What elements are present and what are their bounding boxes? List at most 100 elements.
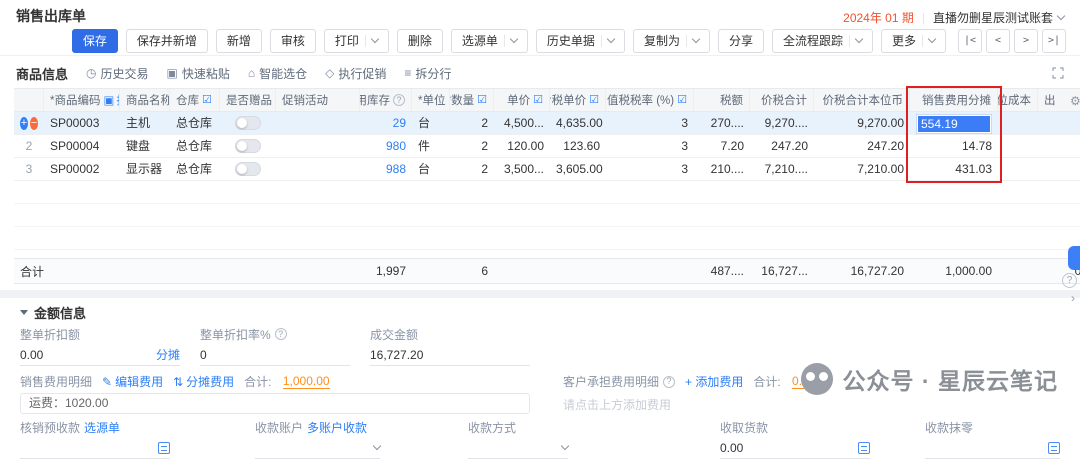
cell-product-code[interactable]: SP00003 (44, 112, 120, 134)
cell-warehouse[interactable]: 总仓库 (170, 112, 220, 134)
checkbox-icon[interactable]: ☑ (202, 95, 212, 106)
amount-section-toggle[interactable]: 金额信息 (20, 302, 1060, 322)
remove-row-icon[interactable]: − (30, 117, 38, 130)
advance-select-source-link[interactable]: 选源单 (84, 419, 120, 436)
cell-is-gift (220, 139, 276, 153)
discount-amount-value[interactable]: 0.00 (20, 348, 43, 362)
cell-product-code[interactable]: SP00002 (44, 158, 120, 180)
cell-price[interactable]: 4,500... (494, 112, 550, 134)
split-row-link[interactable]: ≡拆分行 (404, 65, 451, 82)
first-record-button[interactable]: |< (958, 29, 982, 53)
cell-warehouse[interactable]: 总仓库 (170, 135, 220, 157)
add-expense-link[interactable]: + 添加费用 (685, 373, 743, 390)
save-button[interactable]: 保存 (72, 29, 118, 53)
full-trace-button[interactable]: 全流程跟踪 (772, 29, 873, 53)
cell-qty[interactable]: 2 (450, 158, 494, 180)
discount-rate-field[interactable]: 0 (200, 344, 350, 366)
discount-rate-value[interactable]: 0 (200, 348, 207, 362)
table-row[interactable]: + − SP00003 主机 总仓库 29 台 2 4,500... 4,635… (14, 112, 1080, 135)
cell-vat-rate[interactable]: 3 (606, 135, 694, 157)
receive-payment-value[interactable]: 0.00 (720, 441, 743, 455)
cell-available-stock[interactable]: 988 (360, 158, 412, 180)
save-and-add-button[interactable]: 保存并新增 (126, 29, 208, 53)
smart-warehouse-link[interactable]: ⌂智能选仓 (248, 65, 307, 82)
cell-unit[interactable]: 台 (412, 112, 450, 134)
next-record-button[interactable]: > (1014, 29, 1038, 53)
cell-product-name[interactable]: 主机 (120, 112, 170, 134)
advance-writeoff-field[interactable] (20, 437, 170, 459)
bank-icon[interactable] (158, 442, 170, 454)
allocate-expense-link[interactable]: ⇅分摊费用 (173, 373, 234, 390)
select-source-button[interactable]: 选源单 (451, 29, 528, 53)
cell-vat-rate[interactable]: 3 (606, 158, 694, 180)
prev-record-button[interactable]: < (986, 29, 1010, 53)
divider (849, 35, 850, 47)
multi-account-link[interactable]: 多账户收款 (307, 419, 367, 436)
cell-unit[interactable]: 件 (412, 135, 450, 157)
cell-product-name[interactable]: 显示器 (120, 158, 170, 180)
expense-share-editor[interactable]: 554.19 (916, 114, 992, 134)
cell-unit[interactable]: 台 (412, 158, 450, 180)
checkbox-icon[interactable]: ☑ (533, 95, 543, 106)
gear-icon[interactable]: ⚙ (1070, 94, 1080, 108)
sales-expense-total-value[interactable]: 1,000.00 (283, 374, 330, 389)
table-row[interactable]: 3 SP00002 显示器 总仓库 988 台 2 3,500... 3,605… (14, 158, 1080, 181)
cell-price[interactable]: 3,500... (494, 158, 550, 180)
cell-expense-share[interactable]: 554.19 (910, 113, 998, 134)
gift-toggle[interactable] (235, 139, 261, 153)
run-promo-link[interactable]: ◇执行促销 (325, 65, 386, 82)
history-docs-button[interactable]: 历史单据 (536, 29, 625, 53)
print-button[interactable]: 打印 (324, 29, 389, 53)
cell-price-tax[interactable]: 123.60 (550, 135, 606, 157)
question-icon[interactable]: ? (275, 328, 287, 340)
cell-price-tax[interactable]: 4,635.00 (550, 112, 606, 134)
checkbox-icon[interactable]: ☑ (589, 95, 599, 106)
gift-toggle[interactable] (235, 116, 261, 130)
rounding-field[interactable] (925, 437, 1060, 459)
cell-warehouse[interactable]: 总仓库 (170, 158, 220, 180)
checkbox-icon[interactable]: ☑ (477, 95, 487, 106)
cell-available-stock[interactable]: 29 (360, 112, 412, 134)
cell-qty[interactable]: 2 (450, 135, 494, 157)
cell-product-name[interactable]: 键盘 (120, 135, 170, 157)
receive-payment-field[interactable]: 0.00 (720, 437, 870, 459)
more-button[interactable]: 更多 (881, 29, 946, 53)
last-record-button[interactable]: >| (1042, 29, 1066, 53)
quick-paste-link[interactable]: ▣快速粘贴 (167, 65, 230, 82)
cell-vat-rate[interactable]: 3 (606, 112, 694, 134)
gift-toggle[interactable] (235, 162, 261, 176)
cell-qty[interactable]: 2 (450, 112, 494, 134)
share-button[interactable]: 分享 (718, 29, 764, 53)
help-question-icon[interactable]: ? (1062, 273, 1077, 288)
receive-method-select[interactable] (468, 437, 568, 459)
cell-price[interactable]: 120.00 (494, 135, 550, 157)
customer-expense-total-value[interactable]: 0.00 (792, 374, 815, 389)
add-button[interactable]: 新增 (216, 29, 262, 53)
question-icon[interactable]: ? (663, 376, 675, 388)
cell-expense-share[interactable]: 14.78 (910, 135, 998, 157)
summary-total: 16,727... (750, 260, 814, 282)
receive-account-select[interactable] (255, 437, 380, 459)
copy-as-button[interactable]: 复制为 (633, 29, 710, 53)
collapse-arrow-icon[interactable]: › (1071, 291, 1075, 305)
chat-bubble-icon[interactable] (1068, 246, 1080, 270)
account-set-selector[interactable]: 直播勿删星辰测试账套 (933, 9, 1064, 26)
delete-button[interactable]: 删除 (397, 29, 443, 53)
expand-icon[interactable] (1052, 67, 1064, 79)
cell-price-tax[interactable]: 3,605.00 (550, 158, 606, 180)
audit-button[interactable]: 审核 (270, 29, 316, 53)
checkbox-icon[interactable]: ☑ (677, 95, 687, 106)
allocate-link[interactable]: 分摊 (156, 346, 180, 363)
bank-icon[interactable] (1048, 442, 1060, 454)
history-trade-link[interactable]: ◷历史交易 (86, 65, 149, 82)
bank-icon[interactable] (858, 442, 870, 454)
cell-expense-share[interactable]: 431.03 (910, 158, 998, 180)
discount-amount-field[interactable]: 0.00 分摊 (20, 344, 180, 366)
table-row[interactable]: 2 SP00004 键盘 总仓库 980 件 2 120.00 123.60 3… (14, 135, 1080, 158)
cell-available-stock[interactable]: 980 (360, 135, 412, 157)
scan-code-button[interactable]: ▣扫码 (103, 92, 120, 108)
edit-expense-link[interactable]: ✎编辑费用 (102, 373, 163, 390)
cell-product-code[interactable]: SP00004 (44, 135, 120, 157)
question-icon[interactable]: ? (393, 94, 405, 106)
add-row-icon[interactable]: + (20, 117, 28, 130)
